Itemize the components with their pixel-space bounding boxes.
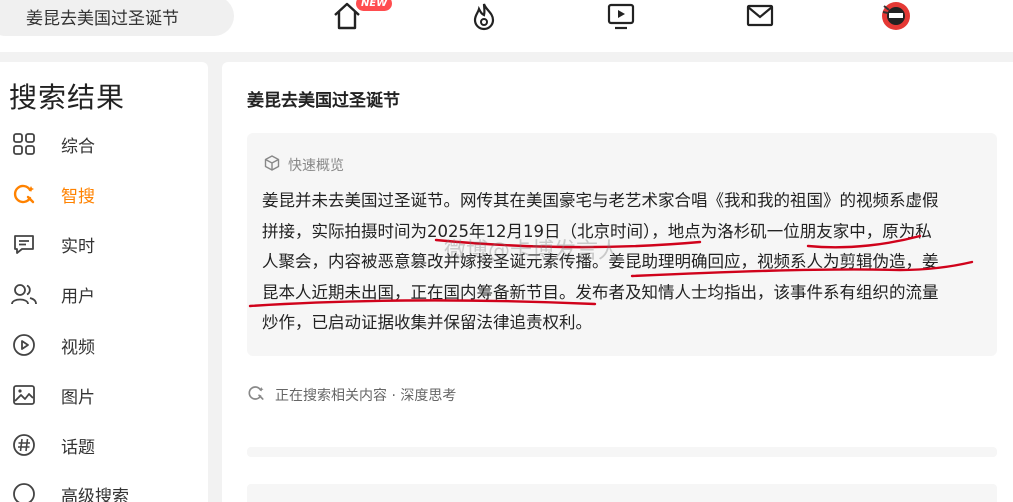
sidebar-item-label: 综合 [61,136,95,157]
query-title: 姜昆去美国过圣诞节 [247,91,400,111]
sidebar-item-comprehensive[interactable]: 综合 [10,124,200,164]
sidebar: 搜索结果 综合 智搜 实时 用户 视频 图片 话题 高级搜索 [0,62,208,502]
users-icon [10,280,38,308]
sidebar-item-smart-search[interactable]: 智搜 [10,174,200,214]
overview-line: 姜昆并未去美国过圣诞节。网传其在美国豪宅与老艺术家合唱《我和我的祖国》的视频系虚… [262,191,939,210]
sidebar-item-label: 视频 [61,337,95,358]
video-icon [10,331,38,359]
sidebar-item-label: 高级搜索 [61,486,129,502]
sidebar-item-label: 用户 [61,286,95,307]
sidebar-item-label: 图片 [61,387,95,408]
smart-search-icon [10,180,38,208]
advanced-search-icon [10,480,38,502]
main-content: 姜昆去美国过圣诞节 快速概览 姜昆并未去美国过圣诞节。网传其在美国豪宅与老艺术家… [222,62,1013,502]
grid-icon [10,130,38,158]
hot-icon[interactable] [467,0,501,33]
new-badge: NEW [356,0,393,11]
video-play-icon[interactable] [604,0,638,33]
sidebar-item-users[interactable]: 用户 [10,274,200,314]
overview-line: 炒作，已启动证据收集并保留法律追责权利。 [262,313,592,332]
searching-label: 正在搜索相关内容 · 深度思考 [275,388,457,404]
image-icon [10,381,38,409]
loading-placeholder [247,447,997,457]
smart-search-icon [247,384,265,406]
sidebar-item-images[interactable]: 图片 [10,375,200,415]
overview-line: 昆本人近期未出国，正在国内筹备新节目。发布者及知情人士均指出，该事件系有组织的流… [262,282,939,302]
topic-icon [10,431,38,459]
sidebar-item-video[interactable]: 视频 [10,325,200,365]
sidebar-item-label: 话题 [61,437,95,458]
quick-overview-label: 快速概览 [288,158,344,174]
overview-line: 拼接，实际拍摄时间为2025年12月19日（北京时间），地点为洛杉矶一位朋友家中… [262,221,932,241]
sidebar-item-label: 实时 [61,236,95,257]
sidebar-item-advanced-search[interactable]: 高级搜索 [10,474,200,502]
sidebar-title: 搜索结果 [9,81,126,114]
avatar-icon[interactable] [879,0,913,33]
search-box[interactable]: 姜昆去美国过圣诞节 [0,0,234,36]
cube-icon [264,155,280,175]
sidebar-item-realtime[interactable]: 实时 [10,224,200,264]
sidebar-item-topics[interactable]: 话题 [10,425,200,465]
loading-placeholder [247,484,997,502]
realtime-icon [10,230,38,258]
overview-text: 姜昆并未去美国过圣诞节。网传其在美国豪宅与老艺术家合唱《我和我的祖国》的视频系虚… [262,186,982,339]
quick-overview-card: 快速概览 姜昆并未去美国过圣诞节。网传其在美国豪宅与老艺术家合唱《我和我的祖国》… [247,133,997,356]
mail-icon[interactable] [743,0,777,33]
overview-line: 人聚会，内容被恶意篡改并嫁接圣诞元素传播。姜昆助理明确回应，视频系人为剪辑伪造，… [262,252,939,271]
deep-search-status[interactable]: 正在搜索相关内容 · 深度思考 [247,384,456,406]
search-input[interactable]: 姜昆去美国过圣诞节 [26,4,179,29]
top-bar: 姜昆去美国过圣诞节 NEW [0,0,1013,52]
sidebar-item-label: 智搜 [61,186,95,207]
quick-overview-header: 快速概览 [264,155,344,175]
